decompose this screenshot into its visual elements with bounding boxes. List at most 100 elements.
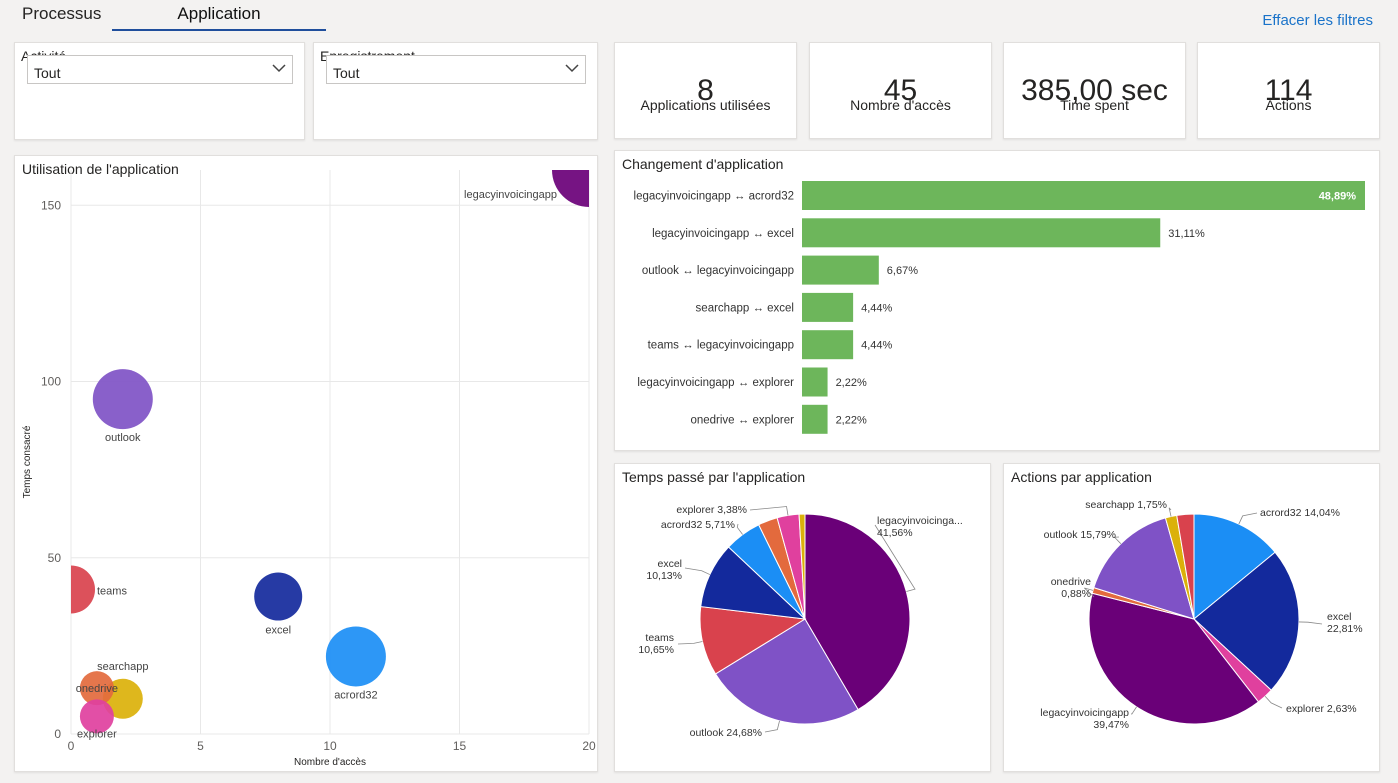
kpi-card-acces: 45 Nombre d'accès <box>809 42 992 139</box>
scatter-points <box>71 170 589 734</box>
bar-chart: legacyinvoicingapp ↔ acrord32 48,89% legac… <box>634 181 1365 434</box>
pie-leader-line <box>1298 621 1323 625</box>
bar-category-label: onedrive ↔ explorer <box>690 414 794 426</box>
pie-slice-label: excel <box>657 558 682 570</box>
pie-slice-label: legacyinvoicingapp <box>1040 707 1129 719</box>
x-tick-label: 20 <box>582 739 596 753</box>
pie-slice-label: acrord32 5,71% <box>661 519 735 531</box>
pie-slice-label: 39,47% <box>1093 719 1129 731</box>
bar-chart-card: Changement d'application legacyinvoicing… <box>614 150 1380 451</box>
pie-slice-label: 22,81% <box>1327 623 1363 635</box>
y-tick-label: 150 <box>41 198 61 212</box>
bar-category-label: legacyinvoicingapp ↔ excel <box>652 228 794 240</box>
bar-value-label: 6,67% <box>887 265 918 277</box>
bar-category-label: legacyinvoicingapp ↔ explorer <box>637 377 794 389</box>
filter-card-activite: Activité Tout <box>14 42 305 140</box>
x-tick-label: 5 <box>197 739 204 753</box>
pie-slice-label: outlook 24,68% <box>690 727 762 739</box>
pie-leader-line <box>736 523 743 535</box>
y-tick-label: 0 <box>54 727 61 741</box>
bubble-label: excel <box>265 625 291 637</box>
enregistrement-dropdown[interactable]: Tout <box>326 55 586 84</box>
pie-slice-label: 10,65% <box>638 644 674 656</box>
filter-card-enregistrement: Enregistrement Tout <box>313 42 598 140</box>
x-axis-title: Nombre d'accès <box>294 757 366 768</box>
kpi-label: Nombre d'accès <box>850 97 951 113</box>
clear-filters-link[interactable]: Effacer les filtres <box>1262 12 1373 29</box>
bubble-label: searchapp <box>97 661 148 673</box>
bubble-label: legacyinvoicingapp <box>464 189 557 201</box>
bar-category-label: searchapp ↔ excel <box>696 302 794 314</box>
time-pie-card: Temps passé par l'application legacyinvo… <box>614 463 991 772</box>
pie-slice-label: onedrive <box>1051 576 1091 588</box>
x-tick-label: 0 <box>68 739 75 753</box>
pie-slice-label: 41,56% <box>877 527 913 539</box>
tab-processus[interactable]: Processus <box>22 4 101 24</box>
pie-leader-line <box>677 641 703 645</box>
pie-leader-line <box>1264 696 1283 709</box>
scatter-chart-card: Utilisation de l'application 0 5 10 15 20 0 50… <box>14 155 598 772</box>
bar <box>802 218 1161 248</box>
pie-slice-label: legacyinvoicinga... <box>877 515 963 527</box>
x-tick-label: 15 <box>453 739 467 753</box>
bar-value-label: 48,89% <box>1319 191 1357 203</box>
bubble-label: explorer <box>77 728 117 740</box>
x-tick-label: 10 <box>323 739 337 753</box>
pie-slice-label: 10,13% <box>646 570 682 582</box>
chevron-down-icon <box>272 64 286 73</box>
pie-leader-line <box>1238 512 1258 525</box>
bar-value-label: 2,22% <box>836 377 867 389</box>
kpi-label: Time spent <box>1060 97 1129 113</box>
bubble-label: teams <box>97 585 127 597</box>
pie-slice-label: searchapp 1,75% <box>1085 499 1167 511</box>
bubble-legacyinvoicingapp <box>552 170 589 207</box>
y-axis-title: Temps consacré <box>22 425 33 498</box>
bubble-excel <box>254 572 303 621</box>
bubble-label: outlook <box>105 432 141 444</box>
kpi-card-actions: 114 Actions <box>1197 42 1380 139</box>
kpi-label: Actions <box>1265 97 1312 113</box>
pie-leader-line <box>1168 507 1172 517</box>
enregistrement-dropdown-value: Tout <box>333 65 360 81</box>
pie-leader-line <box>1131 706 1137 715</box>
y-tick-label: 100 <box>41 375 61 389</box>
chevron-down-icon <box>565 64 579 73</box>
bar-value-label: 4,44% <box>861 340 892 352</box>
pie-slice-label: teams <box>645 632 674 644</box>
bubble-outlook <box>92 369 153 430</box>
pie-leader-line <box>764 720 780 733</box>
y-tick-label: 50 <box>48 551 62 565</box>
bar-category-label: teams ↔ legacyinvoicingapp <box>648 340 794 352</box>
bubble-label: onedrive <box>76 683 118 695</box>
bubble-acrord32 <box>325 626 386 687</box>
pie-slice-label: acrord32 14,04% <box>1260 507 1340 519</box>
bar-value-label: 31,11% <box>1168 228 1205 240</box>
pie-slice-label: explorer 3,38% <box>676 504 747 516</box>
kpi-card-time-spent: 385,00 sec Time spent <box>1003 42 1186 139</box>
bar <box>802 292 854 322</box>
bubble-teams <box>71 565 95 614</box>
pie-slice-label: excel <box>1327 611 1352 623</box>
bar <box>802 255 879 285</box>
bar-category-label: outlook ↔ legacyinvoicingapp <box>642 265 794 277</box>
bar-category-label: legacyinvoicingapp ↔ acrord32 <box>634 191 794 203</box>
bar <box>802 367 828 397</box>
bar <box>802 181 1365 210</box>
actions-pie-card: Actions par application acrord32 14,04% e… <box>1003 463 1380 772</box>
activite-dropdown-value: Tout <box>34 65 61 81</box>
bar <box>802 330 854 360</box>
active-tab-indicator <box>112 29 326 31</box>
scatter-chart: 0 5 10 15 20 0 50 100 150 Nombre d'accès Temps con… <box>22 170 596 768</box>
bubble-label: acrord32 <box>334 689 377 701</box>
pie-leader-line <box>684 567 711 575</box>
time-pie-chart: legacyinvoicinga...41,56% outlook 24,68% t… <box>638 504 963 739</box>
actions-pie-chart: acrord32 14,04% excel22,81% explorer 2,63%… <box>1040 499 1363 731</box>
bar <box>802 404 828 434</box>
activite-dropdown[interactable]: Tout <box>27 55 293 84</box>
kpi-card-applications: 8 Applications utilisées <box>614 42 797 139</box>
pie-slice-label: explorer 2,63% <box>1286 703 1357 715</box>
tab-application[interactable]: Application <box>112 4 326 24</box>
bar-value-label: 2,22% <box>836 414 867 426</box>
bar-value-label: 4,44% <box>861 302 892 314</box>
kpi-label: Applications utilisées <box>640 97 771 113</box>
